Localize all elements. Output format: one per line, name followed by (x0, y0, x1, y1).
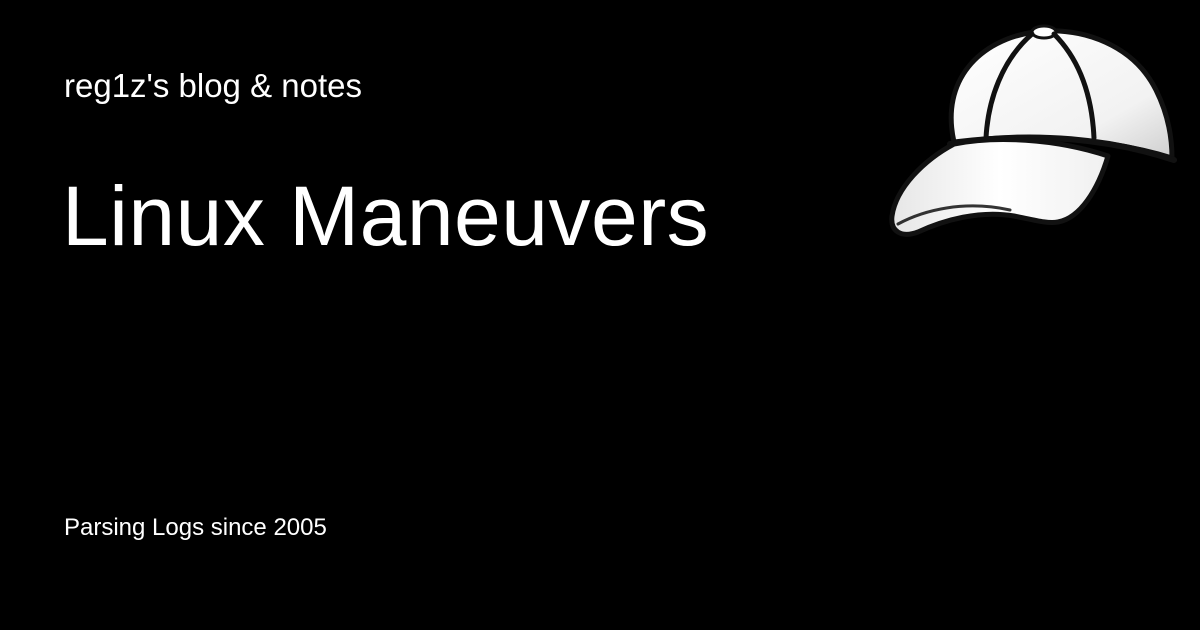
social-card: reg1z's blog & notes Linux Maneuvers Par… (0, 0, 1200, 630)
site-tagline: Parsing Logs since 2005 (64, 514, 327, 541)
baseball-cap-icon (889, 24, 1177, 237)
site-name: reg1z's blog & notes (64, 67, 362, 104)
post-title: Linux Maneuvers (62, 169, 710, 263)
